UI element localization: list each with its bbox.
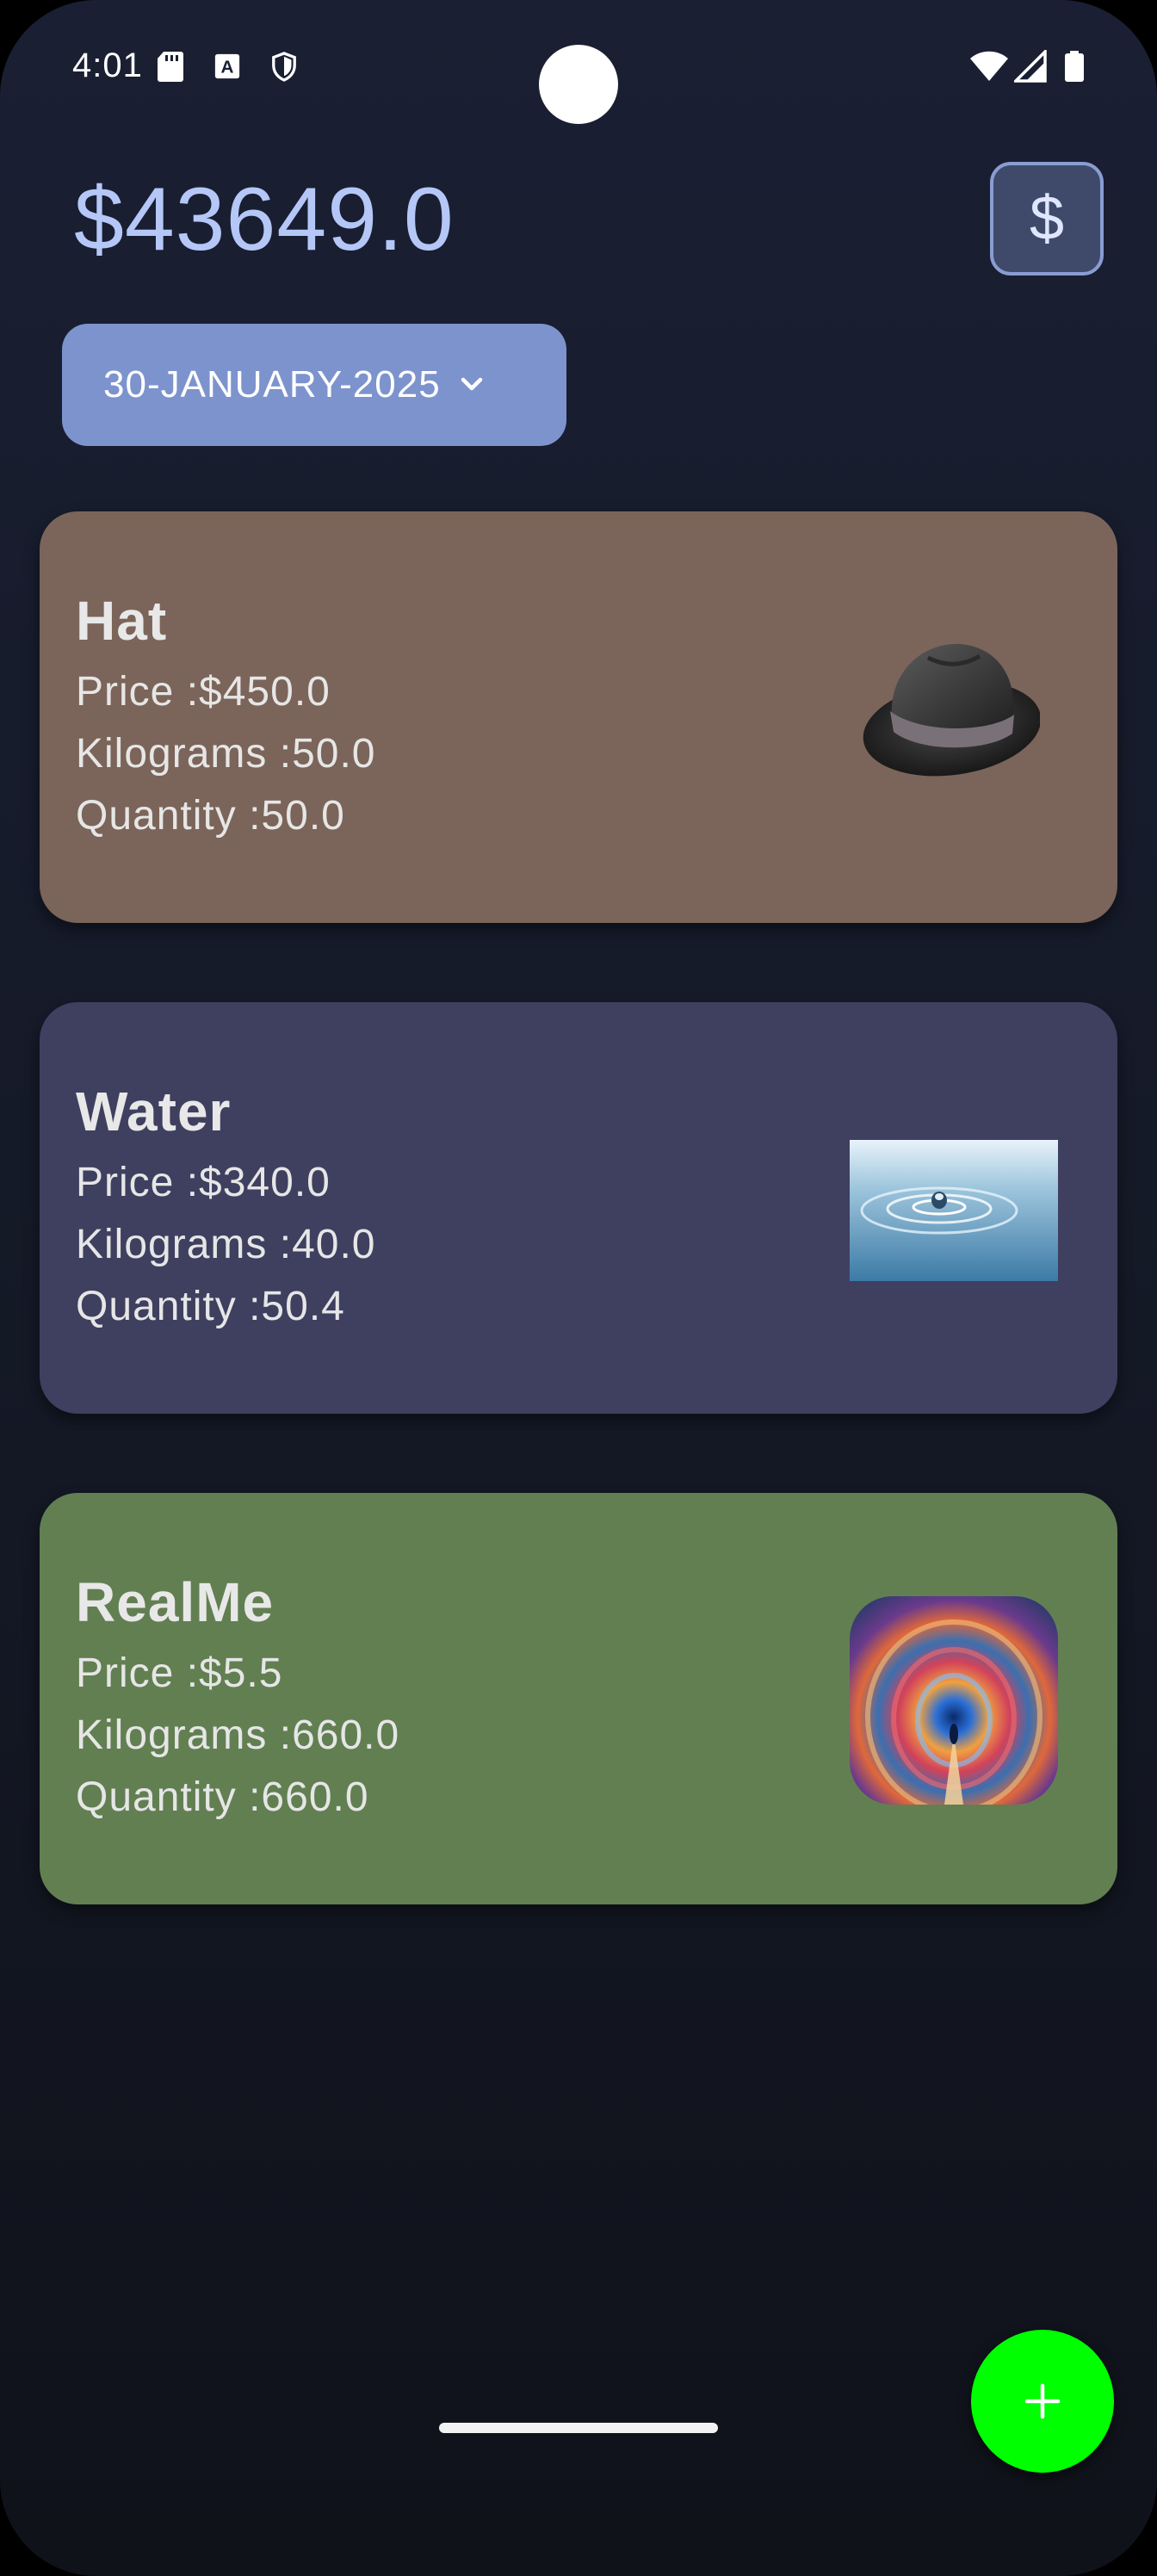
add-item-button[interactable] [971,2330,1114,2473]
item-card-realme[interactable]: RealMe Price :$5.5 Kilograms :660.0 Quan… [40,1493,1117,1904]
currency-button[interactable]: $ [990,162,1104,276]
item-price: Price :$340.0 [76,1160,331,1205]
front-camera [539,45,618,124]
item-quantity: Quantity :660.0 [76,1774,369,1820]
item-card-water[interactable]: Water Price :$340.0 Kilograms :40.0 Quan… [40,1002,1117,1414]
app-screen: 4:01 A $43649.0 $ 30-JANUARY-2025 Hat Pr… [0,0,1157,2576]
sd-card-icon [158,52,183,82]
item-quantity: Quantity :50.0 [76,793,345,839]
item-price: Price :$450.0 [76,669,331,715]
chevron-down-icon [461,377,482,391]
item-price: Price :$5.5 [76,1650,283,1696]
total-balance: $43649.0 [74,170,455,269]
date-label: 30-JANUARY-2025 [103,363,441,406]
item-name: Hat [76,590,168,652]
item-card-hat[interactable]: Hat Price :$450.0 Kilograms :50.0 Quanti… [40,511,1117,923]
item-kilograms: Kilograms :660.0 [76,1712,400,1758]
date-selector[interactable]: 30-JANUARY-2025 [62,324,566,446]
cell-signal-icon [1014,50,1047,83]
home-indicator[interactable] [439,2423,718,2433]
water-drop-image [850,1140,1058,1281]
item-name: RealMe [76,1571,275,1633]
item-kilograms: Kilograms :50.0 [76,731,376,777]
shield-icon [272,52,296,82]
item-quantity: Quantity :50.4 [76,1284,345,1329]
dollar-icon: $ [1029,184,1065,253]
status-bar: 4:01 A [0,0,1157,138]
plus-icon [1024,2383,1061,2419]
svg-text:A: A [221,58,234,77]
keyboard-a-icon: A [214,53,240,79]
status-time: 4:01 [72,46,143,84]
battery-icon [1065,51,1084,82]
item-name: Water [76,1081,232,1142]
wifi-icon [970,51,1008,81]
swirl-portal-image [850,1596,1058,1805]
hat-image [863,643,1040,777]
item-kilograms: Kilograms :40.0 [76,1222,376,1267]
